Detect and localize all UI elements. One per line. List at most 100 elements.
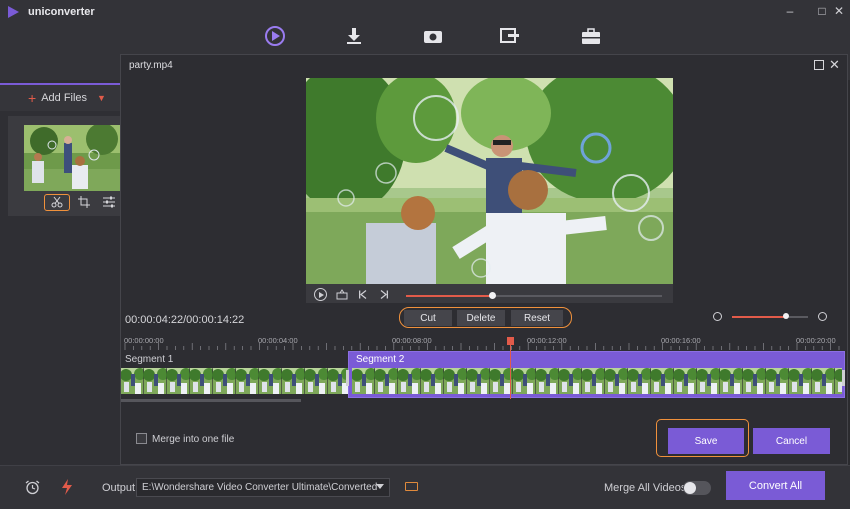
filmstrip-frame xyxy=(834,368,842,394)
filmstrip-frame xyxy=(327,368,348,394)
maximize-button[interactable]: □ xyxy=(815,4,829,18)
zoom-out-icon[interactable] xyxy=(713,312,722,321)
delete-button[interactable]: Delete xyxy=(457,310,505,326)
segment-2-label: Segment 2 xyxy=(356,354,405,365)
video-preview[interactable] xyxy=(306,78,673,284)
video-thumbnail[interactable] xyxy=(24,125,120,191)
filmstrip-frame xyxy=(581,368,607,394)
play-icon[interactable] xyxy=(314,288,327,301)
filmstrip-frame xyxy=(627,368,653,394)
chevron-down-icon[interactable]: ▼ xyxy=(97,93,106,103)
filmstrip-frame xyxy=(742,368,768,394)
crop-icon[interactable] xyxy=(78,196,90,208)
filmstrip-frame xyxy=(788,368,814,394)
lightning-icon[interactable] xyxy=(61,479,73,495)
ruler-label: 00:00:12:00 xyxy=(527,336,567,345)
convert-icon[interactable] xyxy=(264,25,286,47)
playhead-handle[interactable] xyxy=(507,337,514,345)
close-button[interactable]: ✕ xyxy=(832,4,846,18)
convert-all-button[interactable]: Convert All xyxy=(726,471,825,500)
cancel-button[interactable]: Cancel xyxy=(753,428,830,454)
filmstrip-frame xyxy=(143,368,169,394)
app-title-bar xyxy=(0,0,850,24)
cut-button[interactable]: Cut xyxy=(404,310,452,326)
filmstrip-frame xyxy=(374,368,400,394)
merge-all-videos-toggle[interactable] xyxy=(683,481,711,495)
zoom-in-icon[interactable] xyxy=(818,312,827,321)
filmstrip-frame xyxy=(765,368,791,394)
add-files-label: Add Files xyxy=(41,92,88,104)
filmstrip-frame xyxy=(235,368,261,394)
transfer-icon[interactable] xyxy=(499,27,521,45)
dialog-close-button[interactable]: ✕ xyxy=(829,57,840,73)
minimize-button[interactable]: – xyxy=(783,4,797,18)
merge-into-one-file-label: Merge into one file xyxy=(152,434,235,445)
previous-frame-icon[interactable] xyxy=(358,290,368,299)
filmstrip-frame xyxy=(212,368,238,394)
dialog-title-bar xyxy=(121,55,847,77)
filmstrip-frame xyxy=(489,368,515,394)
filmstrip-frame xyxy=(166,368,192,394)
download-icon[interactable] xyxy=(345,27,363,45)
filmstrip-frame xyxy=(673,368,699,394)
filmstrip-frame xyxy=(466,368,492,394)
playback-progress-fill xyxy=(406,295,492,297)
effects-icon[interactable] xyxy=(103,196,115,208)
plus-icon: + xyxy=(28,90,37,106)
segment-handle-right[interactable] xyxy=(842,370,845,386)
next-frame-icon[interactable] xyxy=(379,290,389,299)
merge-all-videos-label: Merge All Videos xyxy=(604,482,687,494)
timecode-readout: 00:00:04:22/00:00:14:22 xyxy=(125,314,245,326)
reset-button[interactable]: Reset xyxy=(511,310,563,326)
filmstrip-frame xyxy=(535,368,561,394)
filmstrip-frame xyxy=(719,368,745,394)
filmstrip-frame xyxy=(189,368,215,394)
ruler-label: 00:00:00:00 xyxy=(124,336,164,345)
filmstrip-frame xyxy=(304,368,330,394)
filmstrip-frame xyxy=(397,368,423,394)
merge-into-one-file-checkbox[interactable] xyxy=(136,433,147,444)
filmstrip-frame xyxy=(121,368,146,394)
ruler-label: 00:00:04:00 xyxy=(258,336,298,345)
filmstrip-frame xyxy=(512,368,538,394)
ruler-label: 00:00:16:00 xyxy=(661,336,701,345)
dialog-maximize-button[interactable] xyxy=(814,60,824,70)
zoom-slider-handle[interactable] xyxy=(783,313,789,319)
app-name: uniconverter xyxy=(28,6,95,18)
timeline-scrollbar[interactable] xyxy=(121,399,301,402)
filmstrip-frame xyxy=(811,368,837,394)
filmstrip-frame xyxy=(558,368,584,394)
filmstrip-frame xyxy=(420,368,446,394)
alarm-clock-icon[interactable] xyxy=(25,480,40,495)
ruler-label: 00:00:08:00 xyxy=(392,336,432,345)
segment-handle-left[interactable] xyxy=(346,370,349,386)
segment-2-filmstrip[interactable] xyxy=(352,368,842,394)
segment-1-label: Segment 1 xyxy=(125,354,174,365)
zoom-slider-fill xyxy=(732,316,786,318)
output-path-field[interactable]: E:\Wondershare Video Converter Ultimate\… xyxy=(136,478,390,497)
snapshot-icon[interactable] xyxy=(336,289,348,300)
toggle-knob xyxy=(684,482,696,494)
playback-progress-handle[interactable] xyxy=(489,292,496,299)
ruler-label: 00:00:20:00 xyxy=(796,336,836,345)
add-files-button[interactable]: + Add Files ▼ xyxy=(0,83,120,111)
filmstrip-frame xyxy=(443,368,469,394)
output-dropdown-icon[interactable] xyxy=(376,484,384,489)
filmstrip-frame xyxy=(281,368,307,394)
scissors-icon[interactable] xyxy=(51,196,63,208)
filmstrip-frame xyxy=(696,368,722,394)
dialog-title: party.mp4 xyxy=(129,60,173,71)
filmstrip-frame xyxy=(650,368,676,394)
folder-icon[interactable] xyxy=(405,482,418,491)
app-logo-icon xyxy=(8,6,19,18)
save-button[interactable]: Save xyxy=(668,428,744,454)
output-label: Output xyxy=(102,482,136,494)
playhead-line xyxy=(510,337,511,399)
filmstrip-frame xyxy=(258,368,284,394)
timeline-ruler xyxy=(124,343,840,350)
segment-1-filmstrip[interactable] xyxy=(121,368,348,394)
filmstrip-frame xyxy=(352,368,377,394)
filmstrip-frame xyxy=(604,368,630,394)
toolbox-icon[interactable] xyxy=(581,27,601,45)
record-icon[interactable] xyxy=(423,27,443,45)
